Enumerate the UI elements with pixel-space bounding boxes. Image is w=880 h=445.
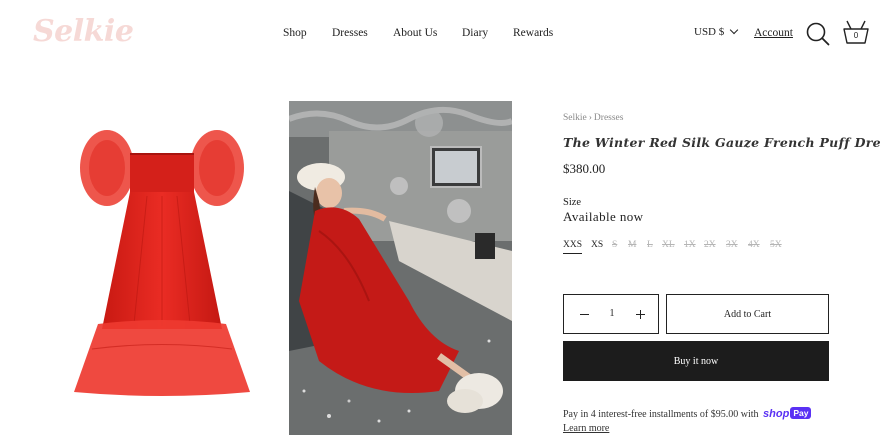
quantity-input[interactable]: 1 xyxy=(602,308,622,319)
add-to-cart-button[interactable]: Add to Cart xyxy=(666,294,829,334)
size-option-5x[interactable]: 5X xyxy=(770,240,782,250)
product-image-lifestyle[interactable] xyxy=(289,101,512,435)
size-option-xs[interactable]: XS xyxy=(591,240,603,250)
product-title: The Winter Red Silk Gauze French Puff Dr… xyxy=(563,135,880,150)
minus-icon[interactable] xyxy=(580,314,589,315)
nav-about-us[interactable]: About Us xyxy=(393,27,437,39)
product-price: $380.00 xyxy=(563,161,606,176)
buy-now-button[interactable]: Buy it now xyxy=(563,341,829,381)
nav-diary[interactable]: Diary xyxy=(462,27,488,39)
search-icon[interactable] xyxy=(806,22,830,46)
breadcrumb-home[interactable]: Selkie xyxy=(563,113,587,123)
size-option-4x[interactable]: 4X xyxy=(748,240,760,250)
breadcrumb-dresses[interactable]: Dresses xyxy=(594,113,624,123)
installments-text: Pay in 4 interest-free installments of $… xyxy=(563,409,759,420)
currency-selector[interactable]: USD $ xyxy=(694,25,739,38)
size-option-3x[interactable]: 3X xyxy=(726,240,738,250)
account-link[interactable]: Account xyxy=(754,27,793,39)
breadcrumb: Selkie › Dresses xyxy=(563,113,623,123)
nav-shop[interactable]: Shop xyxy=(283,27,307,39)
availability-status: Available now xyxy=(563,209,644,224)
size-option-m[interactable]: M xyxy=(628,240,636,250)
shop-pay-logo: shop xyxy=(763,408,790,420)
chevron-down-icon xyxy=(730,25,739,35)
cart-count-badge: 0 xyxy=(853,31,859,40)
nav-dresses[interactable]: Dresses xyxy=(332,27,368,39)
size-option-l[interactable]: L xyxy=(647,240,653,250)
nav-rewards[interactable]: Rewards xyxy=(513,27,553,39)
main-nav: Shop Dresses About Us Diary Rewards xyxy=(0,27,880,41)
size-option-xxs[interactable]: XXS xyxy=(563,240,583,254)
size-option-s[interactable]: S xyxy=(612,240,617,250)
size-label: Size xyxy=(563,197,582,208)
shop-pay-badge: Pay xyxy=(790,407,812,419)
size-option-1x[interactable]: 1X xyxy=(684,240,696,250)
learn-more-link[interactable]: Learn more xyxy=(563,423,609,434)
currency-label: USD $ xyxy=(694,26,725,38)
size-option-xl[interactable]: XL xyxy=(662,240,675,250)
size-option-2x[interactable]: 2X xyxy=(704,240,716,250)
installments-info: Pay in 4 interest-free installments of $… xyxy=(563,407,812,420)
product-image-dress[interactable] xyxy=(72,124,252,396)
breadcrumb-separator: › xyxy=(588,113,592,123)
quantity-stepper: 1 xyxy=(563,294,659,334)
